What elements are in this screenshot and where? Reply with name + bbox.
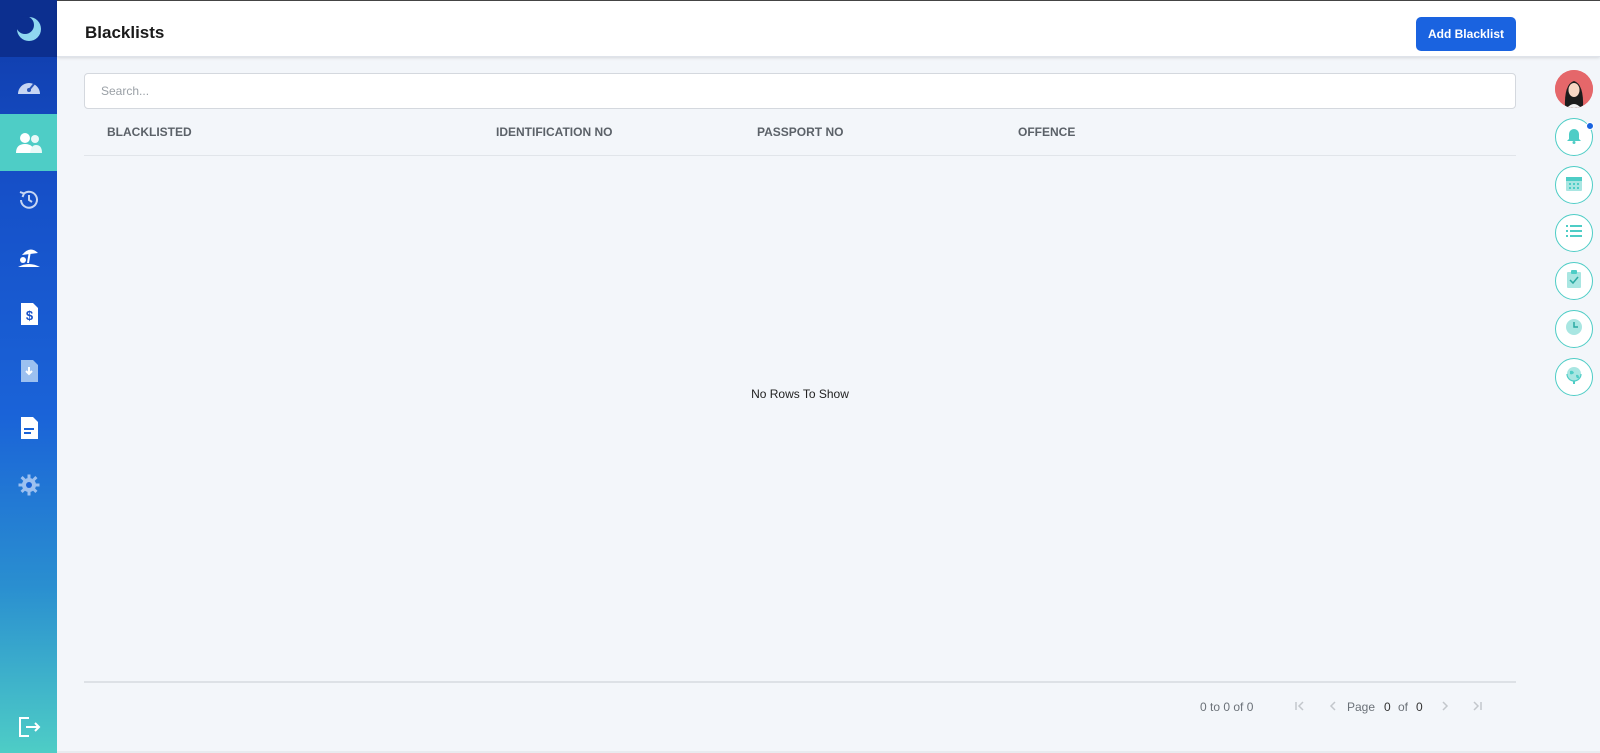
page-title: Blacklists [85, 23, 165, 42]
page-label: Page [1347, 700, 1376, 714]
user-avatar[interactable] [1555, 70, 1593, 108]
search-input[interactable] [84, 73, 1516, 109]
report-document-icon [19, 416, 39, 440]
calendar-icon [1565, 174, 1583, 197]
column-header-passport-no[interactable]: PASSPORT NO [757, 125, 843, 139]
globe-icon [1564, 365, 1584, 390]
time-button[interactable] [1555, 310, 1593, 348]
checklist-button[interactable] [1555, 262, 1593, 300]
first-page-icon [1294, 701, 1306, 715]
globe-button[interactable] [1555, 358, 1593, 396]
sidebar-item-reports[interactable] [0, 399, 57, 456]
sidebar-item-leave[interactable] [0, 228, 57, 285]
clipboard-check-icon [1566, 269, 1582, 294]
users-icon [15, 132, 43, 154]
sidebar: $ [0, 0, 57, 753]
last-page-button[interactable] [1471, 700, 1483, 715]
total-pages: 0 [1416, 700, 1423, 714]
last-page-icon [1471, 701, 1483, 715]
sidebar-item-payroll[interactable]: $ [0, 285, 57, 342]
bell-icon [1565, 126, 1583, 149]
table-header: BLACKLISTED IDENTIFICATION NO PASSPORT N… [84, 114, 1516, 156]
tasks-list-button[interactable] [1555, 214, 1593, 252]
svg-text:$: $ [25, 308, 33, 323]
moon-logo-icon [15, 15, 43, 43]
next-page-icon [1439, 701, 1451, 715]
current-page: 0 [1384, 700, 1391, 714]
logout-button[interactable] [0, 698, 57, 753]
app-logo[interactable] [0, 0, 57, 57]
logout-icon [17, 716, 41, 738]
history-icon [17, 188, 41, 212]
clock-icon [1565, 318, 1583, 341]
next-page-button[interactable] [1439, 700, 1451, 715]
payroll-dollar-icon: $ [19, 302, 39, 326]
table-footer-divider [84, 681, 1516, 683]
calendar-button[interactable] [1555, 166, 1593, 204]
column-header-offence[interactable]: OFFENCE [1018, 125, 1075, 139]
sidebar-item-users[interactable] [0, 114, 57, 171]
empty-table-message: No Rows To Show [751, 387, 849, 401]
of-label: of [1398, 700, 1409, 714]
prev-page-icon [1327, 701, 1339, 715]
column-header-identification-no[interactable]: IDENTIFICATION NO [496, 125, 612, 139]
add-blacklist-button[interactable]: Add Blacklist [1416, 17, 1516, 51]
leave-beach-icon [16, 245, 42, 269]
settings-gear-icon [18, 474, 40, 496]
pagination-summary: 0 to 0 of 0 [1200, 700, 1254, 714]
sidebar-item-dashboard[interactable] [0, 57, 57, 114]
dashboard-gauge-icon [16, 76, 42, 96]
prev-page-button[interactable] [1327, 700, 1339, 715]
download-document-icon [19, 359, 39, 383]
top-header: Blacklists Add Blacklist [57, 0, 1600, 57]
sidebar-item-settings[interactable] [0, 456, 57, 513]
list-icon [1565, 223, 1583, 244]
first-page-button[interactable] [1294, 700, 1306, 715]
column-header-blacklisted[interactable]: BLACKLISTED [107, 125, 192, 139]
notification-dot [1586, 122, 1594, 130]
sidebar-item-history[interactable] [0, 171, 57, 228]
